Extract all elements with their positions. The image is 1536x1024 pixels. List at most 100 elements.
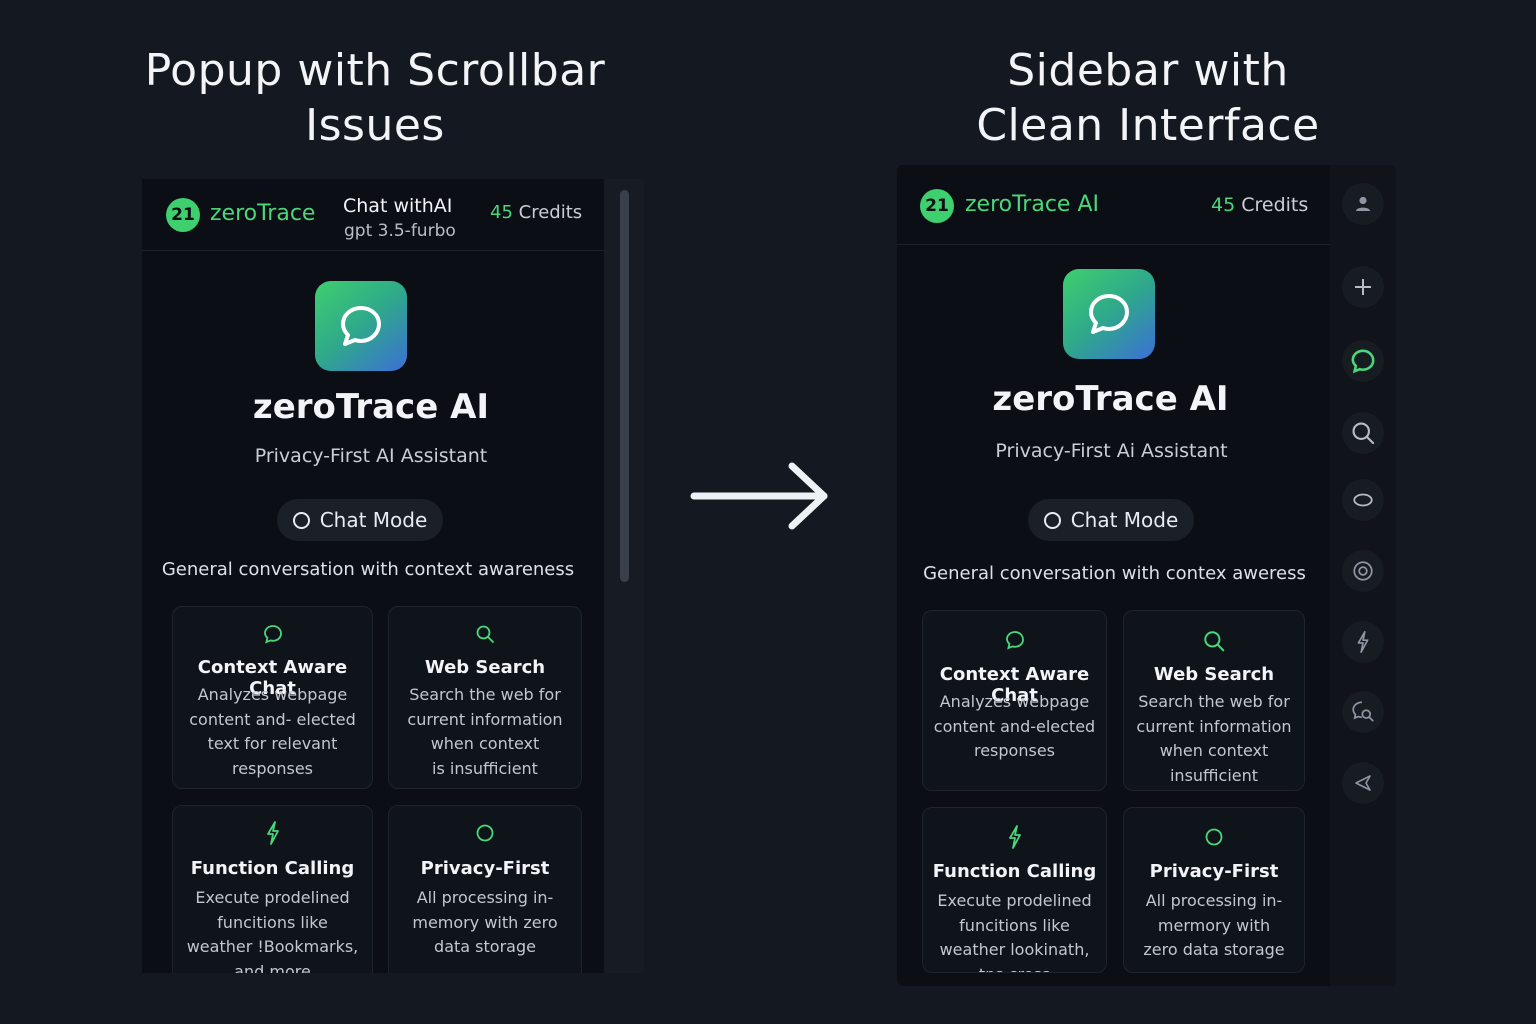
card-title: Privacy-First bbox=[420, 858, 550, 879]
rail-new-chat-button[interactable] bbox=[1342, 266, 1384, 308]
card-desc-line: Analyzes webpage bbox=[197, 685, 348, 704]
card-desc-line: All processing in- bbox=[416, 888, 554, 907]
plus-icon bbox=[1355, 279, 1371, 295]
sidebar-mode-description: General conversation with contex aweress bbox=[923, 563, 1306, 584]
rail-user-button[interactable] bbox=[1342, 183, 1384, 225]
popup-credits-label: Credits bbox=[518, 202, 583, 223]
popup-chat-title: Chat withAI bbox=[343, 195, 453, 217]
popup-panel: 21 zeroTrace Chat withAI gpt 3.5-furbo 4… bbox=[142, 179, 604, 973]
popup-tagline: Privacy-First AI Assistant bbox=[254, 445, 488, 467]
card-desc-line: Search the web for bbox=[1138, 692, 1290, 711]
right-heading-line1: Sidebar with bbox=[1007, 45, 1289, 96]
popup-card-web-search[interactable]: Web Search Search the web for current in… bbox=[388, 606, 582, 789]
popup-card-context-chat[interactable]: Context Aware Chat Analyzes webpage cont… bbox=[172, 606, 373, 789]
sidebar-badge: 21 bbox=[920, 189, 954, 223]
card-desc-line: Search the web for bbox=[409, 685, 561, 704]
popup-brand[interactable]: zeroTrace bbox=[210, 201, 315, 226]
card-title: Privacy-First bbox=[1149, 861, 1279, 882]
card-desc-line: Execute prodelined bbox=[195, 888, 350, 907]
card-desc-line: responses bbox=[231, 758, 313, 778]
card-description: Search the web for current information w… bbox=[399, 683, 571, 781]
card-desc-line: content and-elected bbox=[933, 716, 1096, 736]
sidebar-mode-label: Chat Mode bbox=[1070, 508, 1179, 532]
popup-mode-label: Chat Mode bbox=[319, 508, 428, 532]
card-title: Function Calling bbox=[190, 858, 355, 879]
mode-circle-icon bbox=[292, 511, 310, 529]
sidebar-credits-label: Credits bbox=[1241, 194, 1309, 216]
card-title: Web Search bbox=[1153, 664, 1275, 685]
rail-search-button[interactable] bbox=[1342, 412, 1384, 454]
sidebar-card-function-calling[interactable]: Function Calling Execute prodelined func… bbox=[922, 807, 1107, 973]
card-desc-line: current information bbox=[407, 709, 563, 729]
arrow-right-icon bbox=[690, 462, 828, 530]
search-icon bbox=[1352, 422, 1375, 445]
chat-bubble-icon bbox=[173, 623, 372, 645]
popup-mode-description: General conversation with context awaren… bbox=[161, 559, 575, 580]
sidebar-panel: 21 zeroTrace AI 45 Credits zeroTrace AI … bbox=[897, 165, 1330, 986]
card-desc-line: funcitions like bbox=[217, 912, 328, 932]
left-heading-line2: Issues bbox=[305, 100, 445, 151]
rail-view-button[interactable] bbox=[1342, 479, 1384, 521]
popup-card-function-calling[interactable]: Function Calling Execute prodelined func… bbox=[172, 805, 373, 973]
right-heading: Sidebar with Clean Interface bbox=[930, 43, 1366, 153]
right-heading-line2: Clean Interface bbox=[976, 100, 1320, 151]
card-description: Analyzes webpage content and-elected res… bbox=[933, 690, 1096, 764]
lightning-icon bbox=[1357, 631, 1369, 653]
sidebar-card-privacy-first[interactable]: Privacy-First All processing in- mermory… bbox=[1123, 807, 1305, 973]
user-icon bbox=[1356, 196, 1370, 211]
card-desc-line: content and- elected bbox=[189, 709, 356, 729]
card-desc-line: zero data storage bbox=[1143, 940, 1285, 959]
card-desc-line: mermory with bbox=[1157, 915, 1271, 935]
popup-credits-count: 45 bbox=[490, 202, 513, 223]
card-description: Analyzes webpage content and- elected te… bbox=[183, 683, 362, 781]
sidebar-brand[interactable]: zeroTrace AI bbox=[965, 192, 1099, 217]
chat-bubble-icon bbox=[1351, 349, 1375, 374]
rail-functions-button[interactable] bbox=[1342, 621, 1384, 663]
chat-bubble-icon bbox=[1089, 294, 1129, 334]
card-desc-line: when context bbox=[1159, 741, 1269, 760]
popup-card-privacy-first[interactable]: Privacy-First All processing in- memory … bbox=[388, 805, 582, 973]
popup-app-name: zeroTrace AI bbox=[252, 387, 490, 427]
lightning-icon bbox=[173, 820, 372, 846]
card-desc-line: text for relevant bbox=[207, 734, 338, 753]
popup-header: 21 zeroTrace Chat withAI gpt 3.5-furbo 4… bbox=[142, 179, 604, 251]
search-chat-icon bbox=[1352, 701, 1374, 722]
popup-credits: 45 Credits bbox=[490, 202, 582, 223]
popup-scrollbar-thumb[interactable] bbox=[620, 190, 629, 582]
card-description: All processing in- memory with zero data… bbox=[399, 886, 571, 960]
card-desc-line: All processing in- bbox=[1145, 891, 1283, 910]
left-heading-line1: Popup with Scrollbar bbox=[144, 45, 606, 96]
rail-send-button[interactable] bbox=[1342, 762, 1384, 804]
sidebar-icon-rail bbox=[1330, 165, 1396, 986]
rail-chat-button[interactable] bbox=[1342, 340, 1384, 382]
popup-chat-mode-button[interactable]: Chat Mode bbox=[277, 499, 443, 541]
popup-badge: 21 bbox=[166, 198, 200, 232]
card-desc-line: responses bbox=[973, 741, 1055, 760]
sidebar-tagline: Privacy-First Ai Assistant bbox=[995, 440, 1228, 462]
card-desc-line: data storage bbox=[434, 937, 536, 956]
sidebar-header: 21 zeroTrace AI 45 Credits bbox=[897, 165, 1330, 245]
rail-focus-button[interactable] bbox=[1342, 550, 1384, 592]
circle-icon bbox=[1124, 826, 1304, 848]
lightning-icon bbox=[923, 824, 1106, 850]
chat-bubble-icon bbox=[923, 629, 1106, 651]
sidebar-card-web-search[interactable]: Web Search Search the web for current in… bbox=[1123, 610, 1305, 791]
app-logo bbox=[315, 281, 407, 371]
card-desc-line: Analyzes webpage bbox=[939, 692, 1090, 711]
card-description: Search the web for current information w… bbox=[1134, 690, 1294, 788]
eye-icon bbox=[1353, 493, 1373, 507]
target-icon bbox=[1353, 561, 1373, 581]
sidebar-credits: 45 Credits bbox=[1211, 194, 1308, 216]
card-title: Web Search bbox=[424, 657, 546, 678]
popup-model-name[interactable]: gpt 3.5-furbo bbox=[344, 221, 456, 241]
sidebar-chat-mode-button[interactable]: Chat Mode bbox=[1028, 499, 1194, 541]
sidebar-card-context-chat[interactable]: Context Aware Chat Analyzes webpage cont… bbox=[922, 610, 1107, 791]
card-description: Execute prodelined funcitions like weath… bbox=[183, 886, 362, 973]
card-desc-line: insufficient bbox=[1169, 765, 1259, 785]
card-desc-line: current information bbox=[1136, 716, 1292, 736]
app-logo bbox=[1063, 269, 1155, 359]
card-title: Function Calling bbox=[932, 861, 1097, 882]
card-description: Execute prodelined funcitions like weath… bbox=[933, 889, 1096, 972]
mode-circle-icon bbox=[1043, 511, 1061, 529]
rail-search-chat-button[interactable] bbox=[1342, 691, 1384, 733]
